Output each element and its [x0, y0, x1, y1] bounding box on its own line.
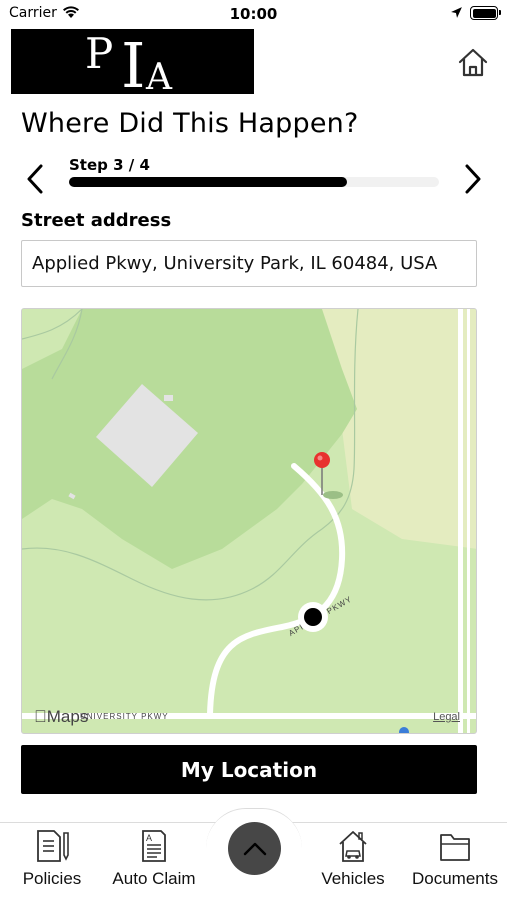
- tab-vehicles[interactable]: Vehicles: [318, 829, 388, 889]
- battery-icon: [470, 6, 501, 20]
- step-indicator: Step 3 / 4: [69, 156, 150, 174]
- home-button[interactable]: [456, 46, 490, 80]
- previous-step-button[interactable]: [22, 162, 50, 196]
- claim-form-icon: A: [142, 830, 166, 862]
- map-view[interactable]: APPLIED PKWY Maps UNIVERSITY PKWY Legal: [21, 308, 477, 734]
- chevron-up-icon: [243, 842, 266, 855]
- next-step-button[interactable]: [458, 162, 486, 196]
- tab-vehicles-label: Vehicles: [321, 869, 385, 888]
- folder-icon: [440, 834, 470, 861]
- street-address-label: Street address: [21, 210, 172, 231]
- expand-menu-button[interactable]: [228, 822, 281, 875]
- clock: 10:00: [229, 5, 278, 23]
- tab-documents-label: Documents: [412, 869, 498, 888]
- tab-documents[interactable]: Documents: [408, 829, 502, 889]
- step-progress-fill: [69, 177, 347, 187]
- street-address-input[interactable]: [21, 240, 477, 287]
- page-title: Where Did This Happen?: [21, 108, 359, 139]
- house-car-icon: [339, 831, 367, 862]
- tab-policies-label: Policies: [22, 869, 82, 888]
- tab-auto-claim[interactable]: A Auto Claim: [108, 829, 200, 889]
- status-bar: Carrier 10:00: [0, 0, 507, 28]
- tab-policies[interactable]: Policies: [20, 829, 84, 889]
- document-pen-icon: [37, 830, 69, 862]
- tab-auto-claim-label: Auto Claim: [112, 869, 196, 888]
- street-label-university: UNIVERSITY PKWY: [80, 712, 169, 721]
- map-legal-link[interactable]: Legal: [433, 711, 460, 723]
- location-arrow-icon: [451, 7, 462, 18]
- map-canvas: APPLIED PKWY: [22, 309, 476, 733]
- my-location-button[interactable]: My Location: [21, 745, 477, 794]
- svg-text:A: A: [146, 833, 152, 843]
- pia-logo: P I A: [11, 29, 254, 98]
- step-progress-bar: [69, 177, 439, 187]
